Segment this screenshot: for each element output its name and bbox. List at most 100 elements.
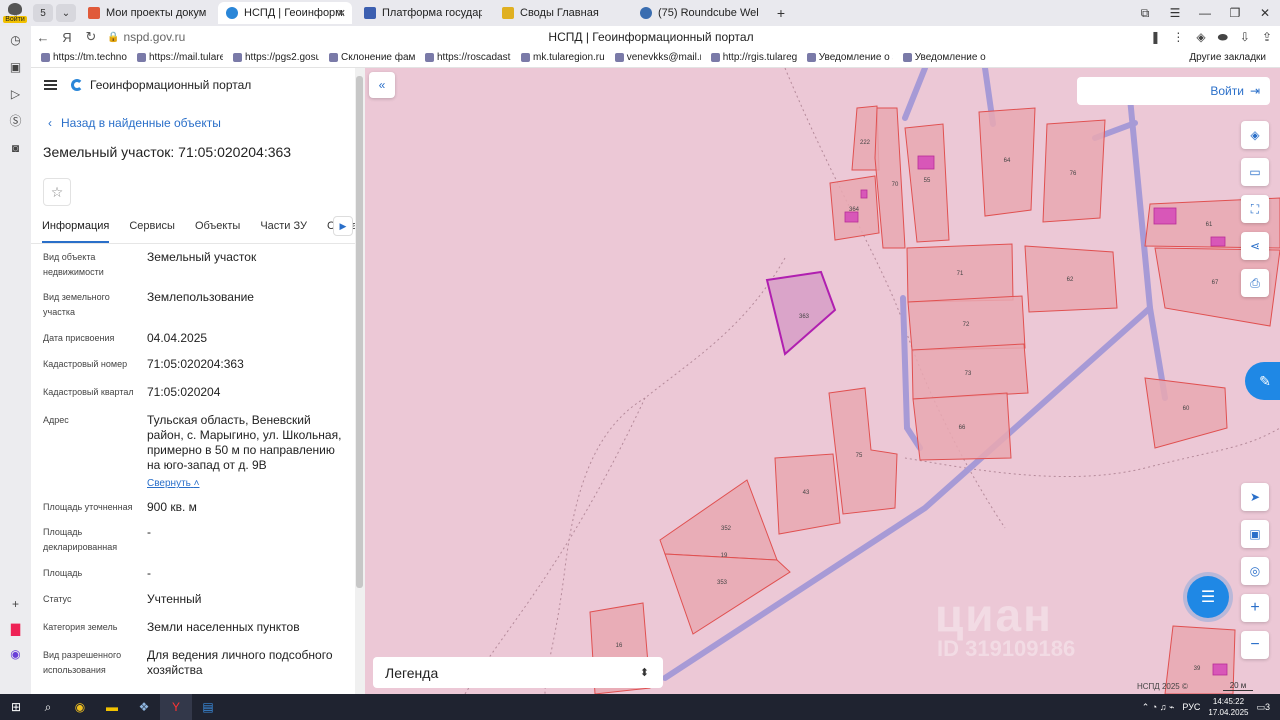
url-field[interactable]: nspd.gov.ru	[123, 30, 185, 44]
back-to-results-link[interactable]: ‹ Назад в найденные объекты	[48, 116, 355, 130]
tray-icons[interactable]: ⌃ ◔ ♫ ⌁	[1142, 702, 1175, 713]
page-title: НСПД | Геоинформационный портал	[548, 30, 754, 44]
browser-tab[interactable]: (75) Roundcube Webmail	[632, 2, 766, 24]
downloads-icon[interactable]: ⇩	[1240, 30, 1250, 45]
parcel-label: 364	[849, 207, 860, 213]
profile-button[interactable]: Войти	[0, 0, 30, 26]
other-bookmarks[interactable]: Другие закладки	[1189, 52, 1266, 63]
browser-tab[interactable]: Своды Главная	[494, 2, 628, 24]
share-icon[interactable]: ⋖	[1241, 232, 1269, 260]
bookmark-item[interactable]: mk.tularegion.ru	[521, 52, 605, 63]
vpn-icon[interactable]: ⬬	[1218, 30, 1228, 45]
extension-icon[interactable]: ◈	[1196, 30, 1205, 45]
search-icon[interactable]: ⌕	[32, 694, 64, 720]
more-vert-icon[interactable]: ⋮	[1172, 30, 1184, 45]
selected-parcel-363[interactable]	[765, 270, 837, 356]
bookmark-item[interactable]: http://rgis.tulareg	[710, 52, 797, 63]
address-value: Тульская область, Веневский район, с. Ма…	[147, 413, 342, 472]
windows-start-icon[interactable]: ⊞	[0, 694, 32, 720]
bookmark-item[interactable]: https://mail.tulare	[137, 52, 223, 63]
restore-icon[interactable]: ❐	[1220, 6, 1250, 20]
tabs-next-chevron-icon[interactable]: ▶	[333, 216, 353, 236]
cadastral-map[interactable]: 222 70 55 64 76 364 61 67 71 62 72 73 66…	[365, 68, 1280, 694]
portal-title: Геоинформационный портал	[90, 78, 252, 92]
system-tray: ⌃ ◔ ♫ ⌁ РУС 14:45:22 17.04.2025 ▭3	[1142, 694, 1280, 720]
panel-scrollbar[interactable]	[355, 68, 365, 694]
minimize-icon[interactable]: —	[1190, 6, 1220, 20]
play-icon[interactable]: ▷	[0, 80, 31, 107]
bookmark-item[interactable]: venevkks@mail.ru	[614, 52, 701, 63]
history-icon[interactable]: ◷	[0, 26, 31, 53]
legend-dropdown[interactable]: Легенда ⬍	[373, 657, 663, 688]
tab-counter[interactable]: 5	[33, 4, 53, 22]
bookmark-item[interactable]: https://tm.technol	[41, 52, 127, 63]
bookmark-collection-icon[interactable]: ⧉	[1130, 6, 1160, 21]
browser-tab-active[interactable]: НСПД | Геоинформацио ✕	[218, 2, 352, 24]
notification-icon[interactable]: ▭3	[1256, 702, 1270, 713]
close-tab-icon[interactable]: ✕	[337, 7, 346, 20]
navigate-icon[interactable]: ➤	[1241, 483, 1269, 511]
map-attribution: НСПД 2025 ©	[1137, 682, 1188, 691]
collapse-link[interactable]: Свернуть ˄	[147, 476, 347, 491]
language-indicator[interactable]: РУС	[1182, 702, 1200, 712]
app-icon[interactable]: ❖	[128, 694, 160, 720]
ruler-icon[interactable]: ▭	[1241, 158, 1269, 186]
geolocation-icon[interactable]: ◎	[1241, 557, 1269, 585]
back-arrow-icon[interactable]: ←	[31, 30, 55, 45]
yandex-browser-icon[interactable]: Y	[160, 694, 192, 720]
favorite-star-icon[interactable]: ☆	[43, 178, 71, 206]
profile-label: Войти	[3, 16, 27, 23]
reload-icon[interactable]: ↻	[79, 29, 103, 45]
clock[interactable]: 14:45:22 17.04.2025	[1208, 696, 1248, 718]
document-icon[interactable]: ▤	[192, 694, 224, 720]
close-window-icon[interactable]: ✕	[1250, 6, 1280, 20]
tab-title: (75) Roundcube Webmail	[658, 7, 758, 19]
assistant-icon[interactable]: ✎	[1245, 362, 1280, 400]
parcel-label: 67	[1212, 280, 1219, 286]
explorer-icon[interactable]: ▬	[96, 694, 128, 720]
bookmark-item[interactable]: https://pgs2.gosu	[233, 52, 319, 63]
bookmark-item[interactable]: Уведомление о за	[806, 52, 893, 63]
parcel-label: 39	[1194, 666, 1201, 672]
layers-icon[interactable]: ◈	[1241, 121, 1269, 149]
print-icon[interactable]: ⎙	[1241, 269, 1269, 297]
tab-services[interactable]: Сервисы	[129, 218, 175, 243]
scale-bar: 20 м	[1223, 681, 1253, 691]
bookmark-item[interactable]: Склонение фамил	[329, 52, 415, 63]
bookmark-item[interactable]: Уведомление о п	[902, 52, 989, 63]
browser-tab[interactable]: Мои проекты документов	[80, 2, 214, 24]
market-icon[interactable]: ▇	[0, 615, 31, 642]
tab-title: НСПД | Геоинформацио	[244, 7, 344, 19]
expand-chevrons-icon: ⬍	[639, 667, 649, 679]
bookmark-item[interactable]: https://roscadastr	[425, 52, 511, 63]
minimap-icon[interactable]: ▣	[1241, 520, 1269, 548]
scrollbar-thumb[interactable]	[356, 76, 363, 588]
lock-icon[interactable]: 🔒	[107, 32, 119, 43]
select-area-icon[interactable]: ⛶	[1241, 195, 1269, 223]
chat-icon[interactable]: ☰	[1187, 576, 1229, 618]
favicon-icon	[640, 7, 652, 19]
camera-icon[interactable]: ◙	[0, 134, 31, 161]
zoom-in-icon[interactable]: +	[1241, 594, 1269, 622]
collections-icon[interactable]: ▣	[0, 53, 31, 80]
add-icon[interactable]: +	[0, 590, 31, 617]
tab-objects[interactable]: Объекты	[195, 218, 240, 243]
bookmark-icon[interactable]: ❚	[1150, 30, 1160, 45]
collapse-panel-icon[interactable]: «	[369, 72, 395, 98]
yandex-icon[interactable]: Я	[55, 30, 79, 45]
hamburger-menu-icon[interactable]	[44, 80, 57, 90]
browser-tab[interactable]: Платформа государствен	[356, 2, 490, 24]
service-icon[interactable]: Ⓢ	[0, 107, 31, 134]
tab-parts[interactable]: Части ЗУ	[260, 218, 307, 243]
login-button[interactable]: Войти ⇥	[1077, 77, 1270, 105]
alice-icon[interactable]: ◉	[0, 640, 31, 667]
new-tab-plus-icon[interactable]: +	[772, 4, 790, 22]
tab-info[interactable]: Информация	[42, 218, 110, 243]
parcel-label: 73	[965, 371, 972, 377]
menu-icon[interactable]: ☰	[1160, 6, 1190, 20]
chrome-icon[interactable]: ◉	[64, 694, 96, 720]
share-icon[interactable]: ⇪	[1262, 30, 1272, 45]
tab-list-chevron-icon[interactable]: ⌄	[56, 4, 76, 22]
zoom-out-icon[interactable]: −	[1241, 631, 1269, 659]
chevron-left-icon: ‹	[48, 116, 52, 130]
